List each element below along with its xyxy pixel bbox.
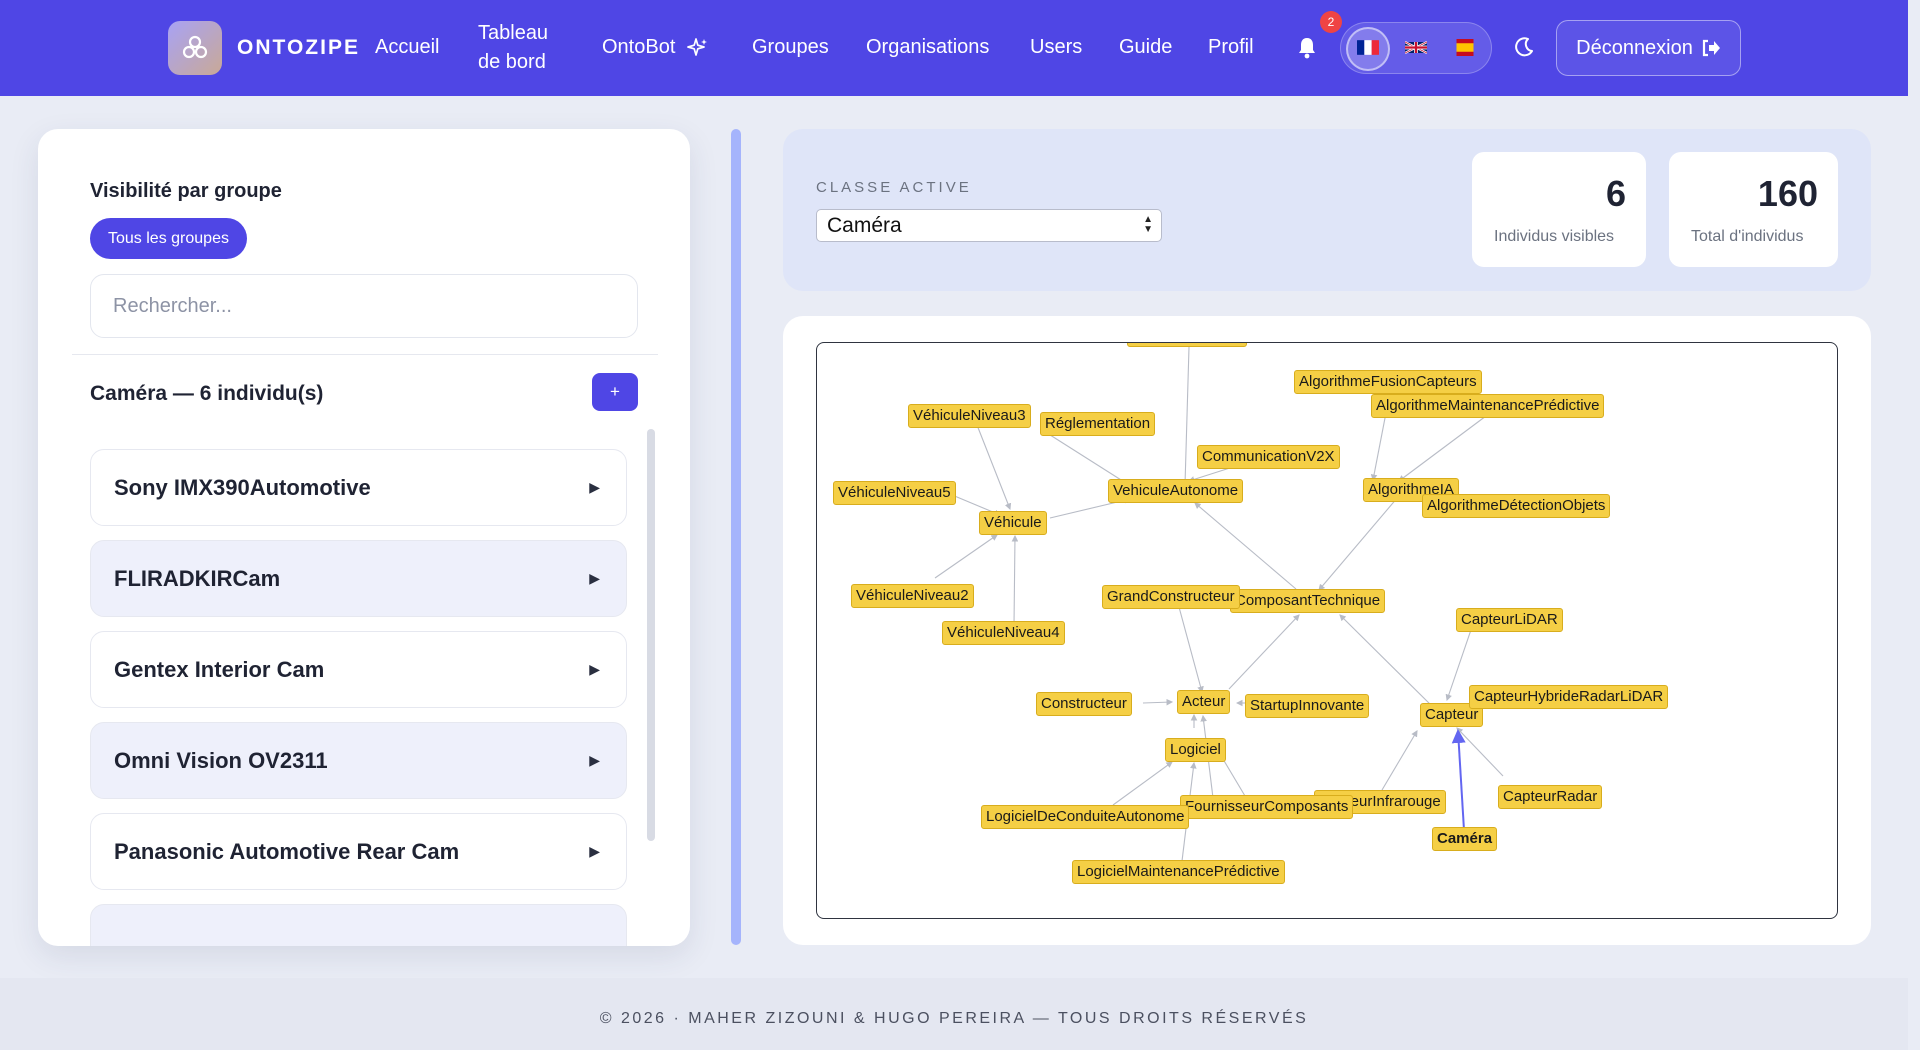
language-switcher [1340,22,1492,74]
footer-copyright: © 2026 · MAHER ZIZOUNI & HUGO PEREIRA — … [599,1010,1309,1027]
graph-node[interactable]: AlgorithmeDétectionObjets [1422,494,1611,518]
class-select[interactable]: Caméra ▲ ▼ [816,209,1162,242]
nav-tableau-de-bord[interactable]: Tableau de bord [478,19,548,77]
graph-node[interactable]: LogicielMaintenancePrédictive [1072,860,1285,884]
nav-ontobot[interactable]: OntoBot [602,36,709,59]
moon-icon[interactable] [1513,36,1535,58]
stat-visible: 6 Individus visibles [1472,152,1646,267]
stat-total: 160 Total d'individus [1669,152,1838,267]
expand-arrow-icon: ▶ [589,570,600,586]
footer: © 2026 · MAHER ZIZOUNI & HUGO PEREIRA — … [0,978,1908,1050]
visible-count: 6 [1605,173,1626,214]
nav-accueil[interactable]: Accueil [375,36,439,59]
graph-node[interactable]: Acteur [1177,690,1231,714]
graph-node[interactable]: CommunicationV2X [1197,445,1340,469]
graph-node[interactable]: CapteurLiDAR [1456,608,1563,632]
graph-node[interactable]: VéhiculeNiveau3 [908,404,1031,428]
nav-ontobot-label: OntoBot [602,36,676,58]
nav-groupes[interactable]: Groupes [752,36,829,59]
nav-tableau-line2: de bord [478,51,546,73]
expand-arrow-icon: ▶ [589,843,600,859]
class-select-value: Caméra [827,213,902,237]
graph-node[interactable]: AlgorithmeFusionCapteurs [1294,370,1482,394]
panel-resizer[interactable] [731,129,741,945]
active-class-panel: CLASSE ACTIVE Caméra ▲ ▼ 6 Individus visi… [783,129,1871,291]
individual-item-partial[interactable] [90,904,627,946]
graph-node[interactable]: FournisseurComposants [1180,795,1354,819]
logout-icon [1702,39,1720,57]
graph-node[interactable]: Constructeur [1036,692,1132,716]
graph-panel: VéhiculeNiveau3 Réglementation Algorithm… [783,316,1871,945]
graph-node[interactable]: VéhiculeNiveau5 [833,481,956,505]
list-scrollbar[interactable] [647,429,655,841]
individual-item[interactable]: FLIRADKIRCam ▶ [90,540,627,617]
individual-item[interactable]: Sony IMX390Automotive ▶ [90,449,627,526]
individual-item[interactable]: Panasonic Automotive Rear Cam ▶ [90,813,627,890]
sparkle-icon [687,37,708,56]
total-label: Total d'individus [1691,228,1804,245]
search-input[interactable]: Rechercher... [90,274,638,338]
graph-node[interactable]: Logiciel [1165,738,1226,762]
graph-node[interactable]: VehiculeAutonome [1108,479,1244,503]
logo[interactable] [168,21,222,75]
graph-node[interactable]: GrandConstructeur [1102,585,1240,609]
graph-node[interactable]: CapteurHybrideRadarLiDAR [1469,685,1669,709]
select-arrows-icon: ▲ ▼ [1143,214,1153,235]
top-navbar: ONTOZIPE Accueil Tableau de bord OntoBot… [0,0,1908,96]
expand-arrow-icon: ▶ [589,479,600,495]
class-individuals-heading: Caméra — 6 individu(s) [90,382,324,405]
flag-es-icon[interactable] [1454,39,1476,56]
flag-fr-icon[interactable] [1357,39,1379,56]
bell-icon[interactable] [1296,36,1318,60]
active-class-label: CLASSE ACTIVE [816,179,972,196]
nav-organisations[interactable]: Organisations [866,36,989,59]
individual-name: Gentex Interior Cam [114,656,325,682]
left-panel: Visibilité par groupe Tous les groupes R… [38,129,690,946]
graph-node[interactable]: Réglementation [1040,412,1156,436]
expand-arrow-icon: ▶ [589,752,600,768]
graph-node[interactable]: CapteurRadar [1498,785,1603,809]
graph-node-partial[interactable] [1127,343,1247,347]
graph-node[interactable]: ComposantTechnique [1230,589,1386,613]
visibility-title: Visibilité par groupe [90,180,282,202]
visible-label: Individus visibles [1494,228,1615,245]
logout-label: Déconnexion [1576,36,1693,59]
individual-item[interactable]: Gentex Interior Cam ▶ [90,631,627,708]
graph-node[interactable]: StartupInnovante [1245,694,1370,718]
graph-node[interactable]: AlgorithmeMaintenancePrédictive [1371,394,1605,418]
individual-name: Sony IMX390Automotive [114,474,371,500]
graph-node-selected[interactable]: Caméra [1432,827,1498,851]
notification-badge: 2 [1320,11,1342,33]
add-individual-button[interactable]: + [592,373,638,411]
individual-name: Omni Vision OV2311 [114,747,328,773]
nav-profil[interactable]: Profil [1208,36,1254,59]
graph-node[interactable]: LogicielDeConduiteAutonome [981,805,1190,829]
total-count: 160 [1757,173,1818,214]
graph-node[interactable]: Véhicule [979,511,1047,535]
nav-guide[interactable]: Guide [1119,36,1172,59]
expand-arrow-icon: ▶ [589,661,600,677]
logo-icon [182,35,208,59]
logout-button[interactable]: Déconnexion [1556,20,1741,76]
flag-en-icon[interactable] [1405,39,1427,56]
nav-users[interactable]: Users [1030,36,1082,59]
nav-tableau-line1: Tableau [478,22,549,44]
individual-name: FLIRADKIRCam [114,565,281,591]
individual-item[interactable]: Omni Vision OV2311 ▶ [90,722,627,799]
brand-name[interactable]: ONTOZIPE [237,36,360,60]
ontology-graph[interactable]: VéhiculeNiveau3 Réglementation Algorithm… [816,342,1838,919]
divider [72,354,658,355]
individual-name: Panasonic Automotive Rear Cam [114,838,460,864]
graph-node[interactable]: VéhiculeNiveau4 [942,621,1065,645]
all-groups-button[interactable]: Tous les groupes [90,218,247,259]
graph-node[interactable]: VéhiculeNiveau2 [851,584,974,608]
